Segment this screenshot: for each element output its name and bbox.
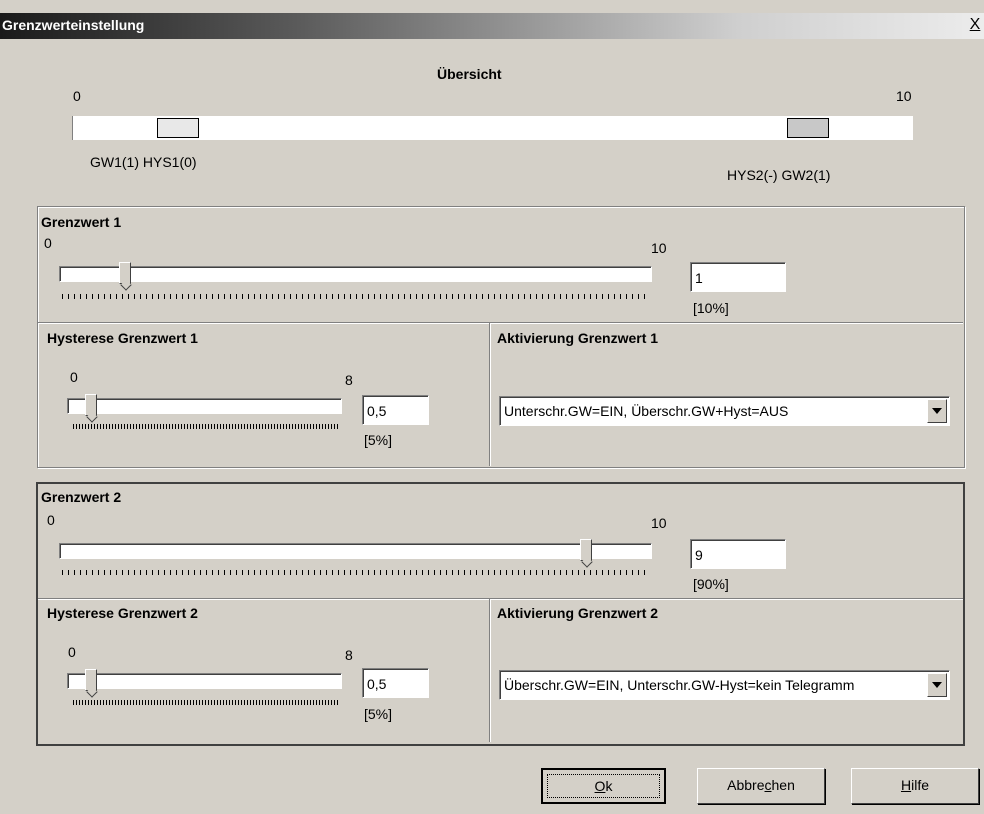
limit2-value-field[interactable]: 9 [690,539,786,569]
overview-right-label: HYS2(-) GW2(1) [727,167,831,183]
ok-button[interactable]: Ok [541,768,666,804]
divider [38,322,963,324]
help-button[interactable]: Hilfe [851,768,979,804]
limit1-min-label: 0 [44,235,52,251]
limit1-percent: [10%] [693,300,729,316]
hysteresis2-value-field[interactable]: 0,5 [362,668,429,698]
limit2-slider-track[interactable] [59,543,652,559]
chevron-down-icon[interactable] [927,399,947,423]
hysteresis2-max-label: 8 [345,647,353,663]
title-bar: Grenzwerteinstellung X [0,13,984,39]
overview-max-label: 10 [896,88,912,104]
help-button-label: Hilfe [900,777,930,793]
limit1-max-label: 10 [651,240,667,256]
activation2-heading: Aktivierung Grenzwert 2 [497,605,659,621]
ok-button-label: Ok [594,778,613,794]
limit1-slider-ticks [62,294,645,299]
limit2-percent: [90%] [693,576,729,592]
hysteresis1-value-field[interactable]: 0,5 [362,395,429,425]
activation1-selected-value: Unterschr.GW=EIN, Überschr.GW+Hyst=AUS [504,403,789,419]
cancel-button[interactable]: Abbrechen [697,768,825,804]
activation1-heading: Aktivierung Grenzwert 1 [497,330,659,346]
limit2-max-label: 10 [651,515,667,531]
divider [489,323,491,466]
hysteresis2-slider-track[interactable] [67,673,342,689]
hysteresis2-slider-thumb[interactable] [85,669,97,691]
limit1-heading: Grenzwert 1 [41,214,122,230]
chevron-down-icon[interactable] [927,673,947,697]
overview-heading: Übersicht [437,66,502,82]
limit2-slider-thumb[interactable] [580,539,592,561]
limit1-slider-track[interactable] [59,266,652,282]
overview-marker-gw2 [787,118,829,138]
hysteresis1-heading: Hysterese Grenzwert 1 [47,330,198,346]
divider [38,598,963,600]
hysteresis2-percent: [5%] [364,706,393,722]
hysteresis1-min-label: 0 [70,369,78,385]
hysteresis1-percent: [5%] [364,432,393,448]
hysteresis1-max-label: 8 [345,372,353,388]
hysteresis2-heading: Hysterese Grenzwert 2 [47,605,198,621]
activation2-select[interactable]: Überschr.GW=EIN, Unterschr.GW-Hyst=kein … [499,670,950,700]
hysteresis1-slider-ticks [73,424,338,429]
divider [489,599,491,742]
overview-min-label: 0 [73,88,81,104]
overview-left-label: GW1(1) HYS1(0) [90,154,197,170]
close-button[interactable]: X [966,16,984,34]
limit2-heading: Grenzwert 2 [41,489,122,505]
limit1-value-field[interactable]: 1 [690,262,786,292]
activation2-selected-value: Überschr.GW=EIN, Unterschr.GW-Hyst=kein … [504,677,855,693]
limit1-slider-thumb[interactable] [119,262,131,284]
limit2-slider-ticks [62,570,645,575]
window-title: Grenzwerteinstellung [2,17,145,33]
overview-marker-gw1 [157,118,199,138]
cancel-button-label: Abbrechen [727,777,795,793]
limit2-min-label: 0 [47,512,55,528]
activation1-select[interactable]: Unterschr.GW=EIN, Überschr.GW+Hyst=AUS [499,396,950,426]
hysteresis1-slider-thumb[interactable] [85,394,97,416]
hysteresis2-slider-ticks [73,700,338,705]
hysteresis1-slider-track[interactable] [67,398,342,414]
hysteresis2-min-label: 0 [68,644,76,660]
